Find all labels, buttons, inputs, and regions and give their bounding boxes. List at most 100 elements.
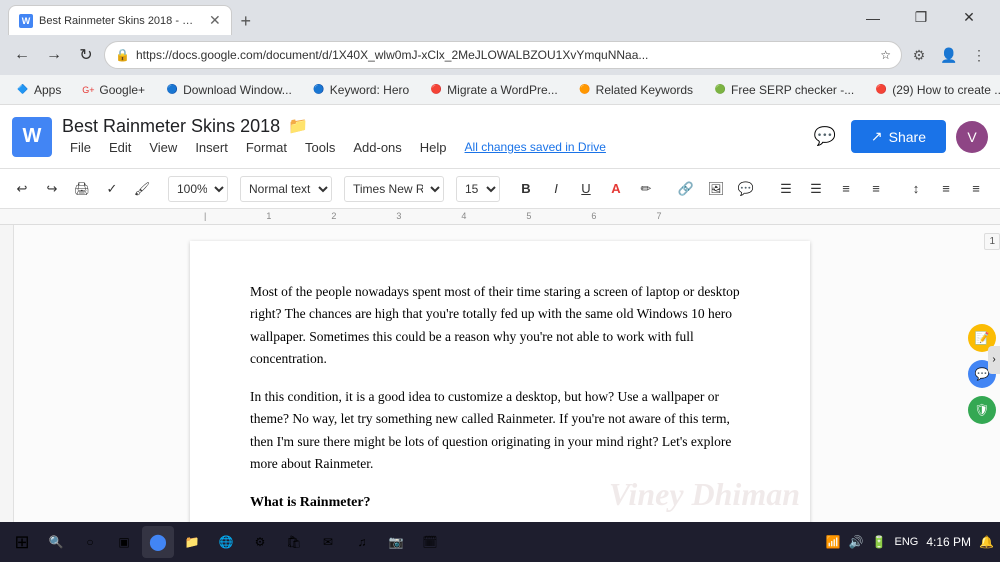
line-spacing-button[interactable]: ↕ xyxy=(902,175,930,203)
link-button[interactable]: 🔗 xyxy=(672,175,700,203)
bookmark-download[interactable]: 🔵 Download Window... xyxy=(157,80,300,100)
taskbar-right: 📶 🔊 🔋 ENG 4:16 PM 🔔 xyxy=(826,535,994,549)
taskbar-edge[interactable]: 🌐 xyxy=(210,526,242,558)
taskbar-clock: 4:16 PM xyxy=(926,535,971,549)
image-button[interactable]: 🖼 xyxy=(702,175,730,203)
taskbar-cortana[interactable]: ○ xyxy=(74,526,106,558)
user-avatar[interactable]: V xyxy=(956,121,988,153)
tab-title: Best Rainmeter Skins 2018 - Goo... xyxy=(39,15,199,27)
comment-button[interactable]: 💬 xyxy=(809,121,841,153)
menu-tools[interactable]: Tools xyxy=(297,137,343,158)
taskbar-mail[interactable]: ✉ xyxy=(312,526,344,558)
paragraph-1[interactable]: Most of the people nowadays spent most o… xyxy=(250,281,750,370)
bookmark-related[interactable]: 🟠 Related Keywords xyxy=(570,80,701,100)
text-color-button[interactable]: A xyxy=(602,175,630,203)
minimize-button[interactable]: — xyxy=(850,0,896,35)
spell-check-button[interactable]: ✓ xyxy=(98,175,126,203)
bookmark-googleplus-label: Google+ xyxy=(99,83,145,97)
bookmark-apps[interactable]: 🔷 Apps xyxy=(8,80,69,100)
font-selector[interactable]: Times New Roman Arial Verdana xyxy=(344,176,444,202)
maximize-button[interactable]: ❐ xyxy=(898,0,944,35)
taskbar-settings[interactable]: ⚙ xyxy=(244,526,276,558)
align-justify-button[interactable]: ≡ xyxy=(862,175,890,203)
menu-button[interactable]: ⋮ xyxy=(966,42,992,68)
back-button[interactable]: ← xyxy=(8,41,36,69)
document-canvas: Most of the people nowadays spent most o… xyxy=(0,225,1000,522)
taskbar-volume-icon[interactable]: 🔊 xyxy=(849,535,864,549)
taskbar-extra2[interactable]: 🗓 xyxy=(414,526,446,558)
bookmark-googleplus[interactable]: G+ Google+ xyxy=(73,80,153,100)
comment-toolbar-button[interactable]: 💬 xyxy=(732,175,760,203)
taskbar-search[interactable]: 🔍 xyxy=(40,526,72,558)
taskbar-language[interactable]: ENG xyxy=(895,536,919,548)
paragraph-2[interactable]: In this condition, it is a good idea to … xyxy=(250,386,750,475)
address-bar[interactable]: 🔒 https://docs.google.com/document/d/1X4… xyxy=(104,41,902,69)
highlight-button[interactable]: ✏ xyxy=(632,175,660,203)
tab-close-button[interactable]: ✕ xyxy=(209,12,221,29)
underline-button[interactable]: U xyxy=(572,175,600,203)
active-tab[interactable]: W Best Rainmeter Skins 2018 - Goo... ✕ xyxy=(8,5,232,35)
menu-file[interactable]: File xyxy=(62,137,99,158)
align-center-button[interactable]: ☰ xyxy=(802,175,830,203)
italic-button[interactable]: I xyxy=(542,175,570,203)
taskbar-store[interactable]: 🛍 xyxy=(278,526,310,558)
menu-help[interactable]: Help xyxy=(412,137,455,158)
taskbar-groove[interactable]: ♫ xyxy=(346,526,378,558)
close-button[interactable]: ✕ xyxy=(946,0,992,35)
zoom-selector[interactable]: 100% 75% 125% 150% xyxy=(168,176,228,202)
page-indicator: 1 xyxy=(984,233,1000,250)
redo-button[interactable]: ↪ xyxy=(38,175,66,203)
font-size-selector[interactable]: 15 891011 12141618 2436 xyxy=(456,176,500,202)
tab-favicon: W xyxy=(19,14,33,28)
folder-icon[interactable]: 📁 xyxy=(288,116,308,136)
bookmark-migrate[interactable]: 🔴 Migrate a WordPre... xyxy=(421,80,565,100)
document-page[interactable]: Most of the people nowadays spent most o… xyxy=(190,241,810,522)
heading-1[interactable]: What is Rainmeter? xyxy=(250,491,750,514)
forward-button[interactable]: → xyxy=(40,41,68,69)
docs-actions: 💬 ↗ Share V xyxy=(809,120,988,153)
extensions-button[interactable]: ⚙ xyxy=(906,42,932,68)
refresh-button[interactable]: ↻ xyxy=(72,41,100,69)
profile-button[interactable]: 👤 xyxy=(936,42,962,68)
menu-format[interactable]: Format xyxy=(238,137,295,158)
document-title[interactable]: Best Rainmeter Skins 2018 xyxy=(62,116,280,137)
document-content[interactable]: Most of the people nowadays spent most o… xyxy=(250,281,750,522)
expand-button[interactable]: › xyxy=(988,346,1000,374)
bookmark-serp[interactable]: 🟢 Free SERP checker -... xyxy=(705,80,862,100)
share-button[interactable]: ↗ Share xyxy=(851,120,946,153)
taskbar-battery-icon[interactable]: 🔋 xyxy=(872,535,887,549)
taskbar-extra1[interactable]: 📷 xyxy=(380,526,412,558)
taskbar-network-icon[interactable]: 📶 xyxy=(826,535,841,549)
align-right-button[interactable]: ≡ xyxy=(832,175,860,203)
save-status[interactable]: All changes saved in Drive xyxy=(465,140,606,154)
start-button[interactable]: ⊞ xyxy=(6,526,38,558)
navigation-bar: ← → ↻ 🔒 https://docs.google.com/document… xyxy=(0,35,1000,75)
decrease-indent-button[interactable]: ⇐ xyxy=(992,175,1000,203)
new-tab-button[interactable]: + xyxy=(232,7,260,35)
style-selector[interactable]: Normal text Heading 1 Heading 2 Heading … xyxy=(240,176,332,202)
align-left-button[interactable]: ☰ xyxy=(772,175,800,203)
print-button[interactable]: 🖨 xyxy=(68,175,96,203)
tab-bar: W Best Rainmeter Skins 2018 - Goo... ✕ + xyxy=(8,0,260,35)
nav-icons: ⚙ 👤 ⋮ xyxy=(906,42,992,68)
menu-view[interactable]: View xyxy=(141,137,185,158)
serp-icon: 🟢 xyxy=(713,83,727,97)
unordered-list-button[interactable]: ≡ xyxy=(932,175,960,203)
taskbar-taskview[interactable]: ▣ xyxy=(108,526,140,558)
shield-tool-button[interactable]: 🛡 xyxy=(968,396,996,424)
bookmark-howto[interactable]: 🔴 (29) How to create ... xyxy=(866,80,1000,100)
star-icon[interactable]: ☆ xyxy=(880,48,891,62)
taskbar-chrome[interactable]: ⬤ xyxy=(142,526,174,558)
menu-addons[interactable]: Add-ons xyxy=(345,137,409,158)
taskbar-notification[interactable]: 🔔 xyxy=(979,535,994,549)
taskbar-explorer[interactable]: 📁 xyxy=(176,526,208,558)
bookmark-keyword[interactable]: 🔵 Keyword: Hero xyxy=(304,80,417,100)
ordered-list-button[interactable]: ≡ xyxy=(962,175,990,203)
menu-edit[interactable]: Edit xyxy=(101,137,139,158)
left-margin-indicator xyxy=(0,225,14,522)
undo-button[interactable]: ↩ xyxy=(8,175,36,203)
paint-format-button[interactable]: 🖌 xyxy=(128,175,156,203)
docs-logo: W xyxy=(12,117,52,157)
menu-insert[interactable]: Insert xyxy=(187,137,236,158)
bold-button[interactable]: B xyxy=(512,175,540,203)
